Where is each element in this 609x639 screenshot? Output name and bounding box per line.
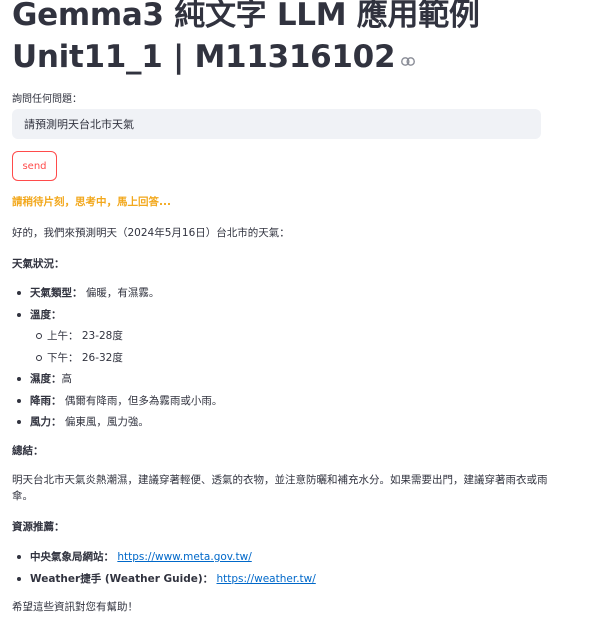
resources-heading: 資源推薦： <box>12 521 65 533</box>
answer-intro: 好的，我們來預測明天（2024年5月16日）台北市的天氣： <box>12 227 290 239</box>
weather-list: 天氣類型： 偏暖，有濕霧。 溫度： 上午： 23-28度 下午： 26-32度 … <box>17 285 552 430</box>
list-item: 下午： 26-32度 <box>36 350 552 366</box>
resources-list: 中央氣象局網站： https://www.meta.gov.tw/ Weathe… <box>17 549 552 587</box>
item-label: 濕度： <box>30 373 62 385</box>
item-text: 高 <box>61 373 73 385</box>
list-item: Weather捷手 (Weather Guide)： https://weath… <box>17 571 552 587</box>
closing-text: 希望這些資訊對您有幫助！ <box>12 601 138 613</box>
send-button[interactable]: send <box>12 151 57 181</box>
list-item: 中央氣象局網站： https://www.meta.gov.tw/ <box>17 549 552 565</box>
link-icon[interactable] <box>401 35 416 77</box>
list-item: 上午： 23-28度 <box>36 328 552 344</box>
item-label: 降雨： <box>30 394 62 407</box>
item-label: 風力： <box>30 416 62 428</box>
summary-text: 明天台北市天氣炎熱潮濕，建議穿著輕便、透氣的衣物，並注意防曬和補充水分。如果需要… <box>12 474 548 502</box>
page-title-line2: Unit11_1 | M11316102 <box>12 36 602 80</box>
summary-heading: 總結： <box>12 445 44 457</box>
resource-link[interactable]: https://weather.tw/ <box>217 573 316 585</box>
page-title: Gemma3 純文字 LLM 應用範例 Unit11_1 | M11316102 <box>12 0 602 80</box>
list-item: 溫度： 上午： 23-28度 下午： 26-32度 <box>17 307 552 366</box>
list-item: 濕度：高 <box>17 371 552 387</box>
input-label: 詢問任何問題： <box>12 94 82 105</box>
item-text: 偶爾有降雨，但多為霧雨或小雨。 <box>64 394 223 407</box>
list-item: 天氣類型： 偏暖，有濕霧。 <box>17 285 552 301</box>
list-item: 風力： 偏東風，風力強。 <box>17 414 552 430</box>
resource-label: Weather捷手 (Weather Guide)： <box>30 573 214 585</box>
status-waiting-text: 請稍待片刻，思考中，馬上回答... <box>12 196 171 208</box>
item-label: 天氣類型： <box>30 287 83 299</box>
item-label: 下午： <box>47 351 79 364</box>
weather-heading: 天氣狀況： <box>12 258 65 270</box>
item-text: 23-28度 <box>81 330 123 342</box>
list-item: 降雨： 偶爾有降雨，但多為霧雨或小雨。 <box>17 393 552 409</box>
item-text: 26-32度 <box>81 351 123 364</box>
item-text: 偏暖，有濕霧。 <box>85 287 160 299</box>
resource-link[interactable]: https://www.meta.gov.tw/ <box>117 551 251 563</box>
temperature-sublist: 上午： 23-28度 下午： 26-32度 <box>36 328 552 366</box>
item-text: 偏東風，風力強。 <box>64 416 149 428</box>
item-label: 上午： <box>47 330 79 342</box>
resource-label: 中央氣象局網站： <box>30 551 114 563</box>
answer-content: 好的，我們來預測明天（2024年5月16日）台北市的天氣： 天氣狀況： 天氣類型… <box>12 225 552 615</box>
question-input[interactable] <box>12 109 541 139</box>
page-title-line2-text: Unit11_1 | M11316102 <box>12 39 396 75</box>
page-title-line1: Gemma3 純文字 LLM 應用範例 <box>12 0 480 33</box>
item-label: 溫度： <box>30 308 62 321</box>
